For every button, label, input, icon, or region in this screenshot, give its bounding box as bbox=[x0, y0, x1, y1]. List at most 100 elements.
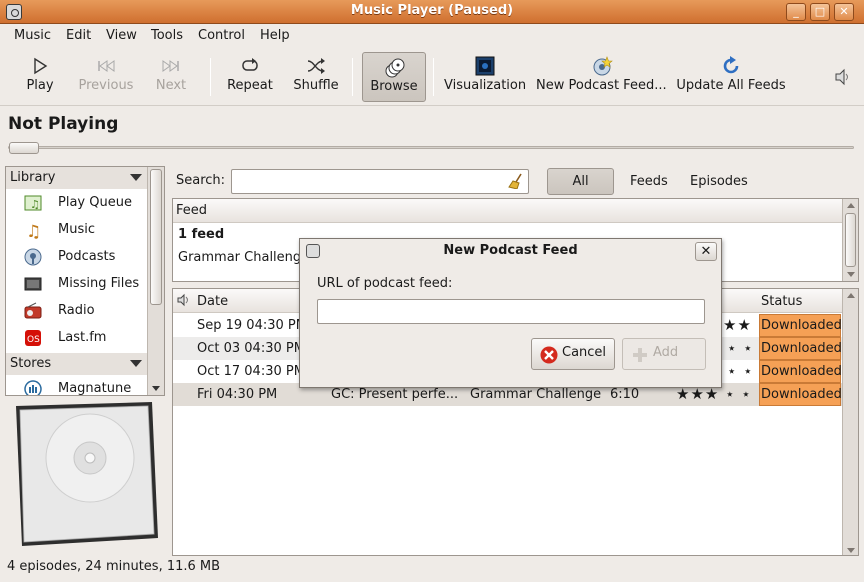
collapse-arrow-icon[interactable] bbox=[130, 174, 142, 181]
search-label: Search: bbox=[176, 173, 226, 188]
sidebar-item-label: Music bbox=[58, 222, 95, 237]
sidebar-item-music[interactable]: ♫ Music bbox=[6, 217, 148, 244]
svg-text:♫: ♫ bbox=[26, 222, 41, 239]
next-button[interactable]: Next bbox=[148, 52, 194, 102]
cancel-button[interactable]: Cancel bbox=[531, 338, 615, 370]
cancel-label: Cancel bbox=[562, 345, 607, 360]
previous-icon bbox=[96, 56, 116, 76]
seek-track[interactable] bbox=[8, 146, 854, 149]
scroll-down-arrow-icon[interactable] bbox=[152, 386, 160, 391]
shuffle-button[interactable]: Shuffle bbox=[290, 52, 342, 102]
close-window-button[interactable]: ✕ bbox=[834, 3, 854, 21]
podcast-star-icon bbox=[591, 56, 613, 76]
collapse-arrow-icon[interactable] bbox=[130, 360, 142, 367]
now-playing-label: Not Playing bbox=[8, 114, 119, 134]
maximize-button[interactable]: □ bbox=[810, 3, 830, 21]
feed-item[interactable]: Grammar Challeng bbox=[178, 250, 301, 265]
filter-all-button[interactable]: All bbox=[547, 168, 614, 195]
episode-list-scrollbar[interactable] bbox=[842, 289, 858, 555]
sidebar-item-play-queue[interactable]: ♫ Play Queue bbox=[6, 190, 148, 217]
previous-button[interactable]: Previous bbox=[76, 52, 136, 102]
episode-status: Downloaded bbox=[759, 314, 842, 337]
episode-rating[interactable]: ★★ bbox=[723, 316, 752, 334]
sidebar-item-missing-files[interactable]: Missing Files bbox=[6, 271, 148, 298]
menu-edit[interactable]: Edit bbox=[66, 28, 91, 43]
repeat-button[interactable]: Repeat bbox=[224, 52, 276, 102]
feed-summary[interactable]: 1 feed bbox=[178, 227, 224, 242]
new-podcast-feed-button[interactable]: New Podcast Feed... bbox=[536, 52, 667, 102]
volume-icon[interactable] bbox=[834, 68, 852, 86]
sidebar-item-label: Magnatune bbox=[58, 381, 132, 396]
previous-label: Previous bbox=[78, 78, 134, 93]
sidebar-item-magnatune[interactable]: Magnatune bbox=[6, 376, 148, 396]
search-input[interactable] bbox=[231, 169, 529, 194]
menu-bar: Music Edit View Tools Control Help bbox=[0, 24, 864, 48]
filter-feeds-button[interactable]: Feeds bbox=[630, 174, 668, 189]
source-sidebar: Library ♫ Play Queue ♫ Music Podcasts Mi… bbox=[5, 166, 165, 396]
menu-control[interactable]: Control bbox=[198, 28, 245, 43]
episode-title: GC: Present perfe... bbox=[331, 387, 459, 402]
podcast-url-input[interactable] bbox=[317, 299, 705, 324]
clear-search-broom-icon[interactable] bbox=[508, 173, 524, 190]
episode-feed: Grammar Challenge bbox=[470, 387, 602, 402]
scroll-up-arrow-icon[interactable] bbox=[847, 293, 855, 298]
missing-files-icon bbox=[24, 275, 42, 293]
feed-column-header[interactable]: Feed bbox=[173, 199, 858, 223]
title-bar: Music Player (Paused) _ □ ✕ bbox=[0, 0, 864, 24]
add-button[interactable]: Add bbox=[622, 338, 706, 370]
radio-icon bbox=[24, 302, 42, 320]
episode-rating[interactable]: ⋆ ⋆ bbox=[727, 362, 754, 380]
minimize-button[interactable]: _ bbox=[786, 3, 806, 21]
svg-text:OS: OS bbox=[27, 335, 40, 345]
episode-date: Oct 03 04:30 PM bbox=[197, 341, 305, 356]
sidebar-item-label: Missing Files bbox=[58, 276, 140, 291]
add-label: Add bbox=[653, 345, 679, 360]
stores-header-label: Stores bbox=[10, 356, 52, 371]
stores-header[interactable]: Stores bbox=[6, 353, 148, 375]
dialog-close-button[interactable]: ✕ bbox=[695, 242, 717, 261]
episode-status: Downloaded bbox=[759, 360, 842, 383]
status-column-header[interactable]: Status bbox=[761, 294, 802, 309]
update-all-feeds-button[interactable]: Update All Feeds bbox=[676, 52, 786, 102]
sidebar-item-podcasts[interactable]: Podcasts bbox=[6, 244, 148, 271]
scrollbar-thumb[interactable] bbox=[845, 213, 856, 267]
browse-button[interactable]: Browse bbox=[362, 52, 426, 102]
episode-date: Fri 04:30 PM bbox=[197, 387, 278, 402]
sidebar-item-radio[interactable]: Radio bbox=[6, 298, 148, 325]
menu-view[interactable]: View bbox=[106, 28, 137, 43]
visualization-icon bbox=[475, 56, 495, 76]
toolbar-separator bbox=[210, 58, 211, 96]
sidebar-item-label: Radio bbox=[58, 303, 95, 318]
visualization-label: Visualization bbox=[444, 78, 527, 93]
svg-text:♫: ♫ bbox=[30, 198, 40, 211]
sidebar-scrollbar[interactable] bbox=[147, 167, 164, 395]
browse-label: Browse bbox=[370, 79, 418, 94]
repeat-label: Repeat bbox=[227, 78, 273, 93]
music-note-icon: ♫ bbox=[24, 221, 42, 242]
scrollbar-thumb[interactable] bbox=[150, 169, 162, 305]
lastfm-icon: OS bbox=[24, 329, 42, 347]
episode-status: Downloaded bbox=[759, 383, 842, 406]
feed-list-scrollbar[interactable] bbox=[842, 199, 858, 281]
new-podcast-feed-dialog: New Podcast Feed ✕ URL of podcast feed: … bbox=[299, 238, 722, 388]
menu-music[interactable]: Music bbox=[14, 28, 51, 43]
seek-slider-handle[interactable] bbox=[9, 142, 39, 154]
toolbar: Play Previous Next Repeat Shuffle Browse bbox=[0, 48, 864, 106]
menu-tools[interactable]: Tools bbox=[151, 28, 183, 43]
shuffle-label: Shuffle bbox=[293, 78, 339, 93]
visualization-button[interactable]: Visualization bbox=[444, 52, 526, 102]
menu-help[interactable]: Help bbox=[260, 28, 290, 43]
library-header[interactable]: Library bbox=[6, 167, 148, 189]
scroll-down-arrow-icon[interactable] bbox=[847, 272, 855, 277]
scroll-down-arrow-icon[interactable] bbox=[847, 548, 855, 553]
scroll-up-arrow-icon[interactable] bbox=[847, 203, 855, 208]
date-column-header[interactable]: Date bbox=[197, 294, 228, 309]
repeat-icon bbox=[240, 56, 260, 76]
sidebar-item-label: Podcasts bbox=[58, 249, 116, 264]
dialog-title: New Podcast Feed bbox=[443, 243, 578, 258]
sidebar-item-lastfm[interactable]: OS Last.fm bbox=[6, 325, 148, 352]
episode-rating[interactable]: ⋆ ⋆ bbox=[727, 339, 754, 357]
magnatune-icon bbox=[24, 380, 42, 395]
filter-episodes-button[interactable]: Episodes bbox=[690, 174, 748, 189]
play-button[interactable]: Play bbox=[14, 52, 66, 102]
